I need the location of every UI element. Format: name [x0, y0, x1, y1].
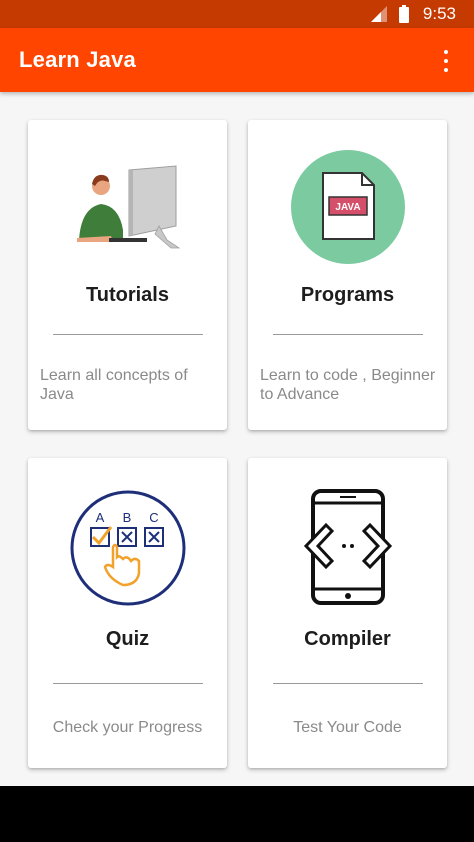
more-vert-icon[interactable]	[436, 50, 456, 72]
quiz-letter: C	[149, 510, 158, 525]
quiz-letter: A	[95, 510, 104, 525]
java-badge-text: JAVA	[335, 202, 360, 213]
card-description: Learn to code , Beginner to Advance	[260, 367, 436, 403]
card-title: Compiler	[304, 628, 391, 650]
main-content: Tutorials Learn all concepts of Java JAV…	[0, 92, 474, 786]
status-time: 9:53	[422, 4, 456, 23]
card-description: Test Your Code	[293, 719, 402, 736]
card-divider	[53, 334, 203, 335]
quiz-abc-icon: A B C	[28, 489, 227, 607]
battery-icon	[398, 5, 409, 23]
card-divider	[53, 683, 203, 684]
quiz-letter: B	[122, 510, 131, 525]
card-description: Learn all concepts of Java	[40, 367, 188, 403]
navigation-bar	[0, 786, 474, 842]
app-bar: Learn Java	[0, 28, 474, 92]
programs-card[interactable]: JAVA Programs Learn to code , Beginner t…	[248, 120, 447, 430]
compiler-card[interactable]: Compiler Test Your Code	[248, 458, 447, 768]
person-computer-icon	[28, 164, 227, 250]
app-title: Learn Java	[19, 47, 136, 72]
card-divider	[273, 334, 423, 335]
phone-code-icon	[248, 489, 447, 605]
card-title: Programs	[300, 284, 395, 306]
card-title: Quiz	[105, 628, 150, 650]
card-divider	[273, 683, 423, 684]
card-title: Tutorials	[86, 284, 169, 306]
tutorials-card[interactable]: Tutorials Learn all concepts of Java	[28, 120, 227, 430]
java-file-icon: JAVA	[248, 149, 447, 265]
status-bar: 9:53	[0, 0, 474, 28]
signal-icon	[370, 6, 387, 22]
card-description: Check your Progress	[52, 719, 203, 736]
quiz-card[interactable]: A B C Quiz Check your Progress	[28, 458, 227, 768]
